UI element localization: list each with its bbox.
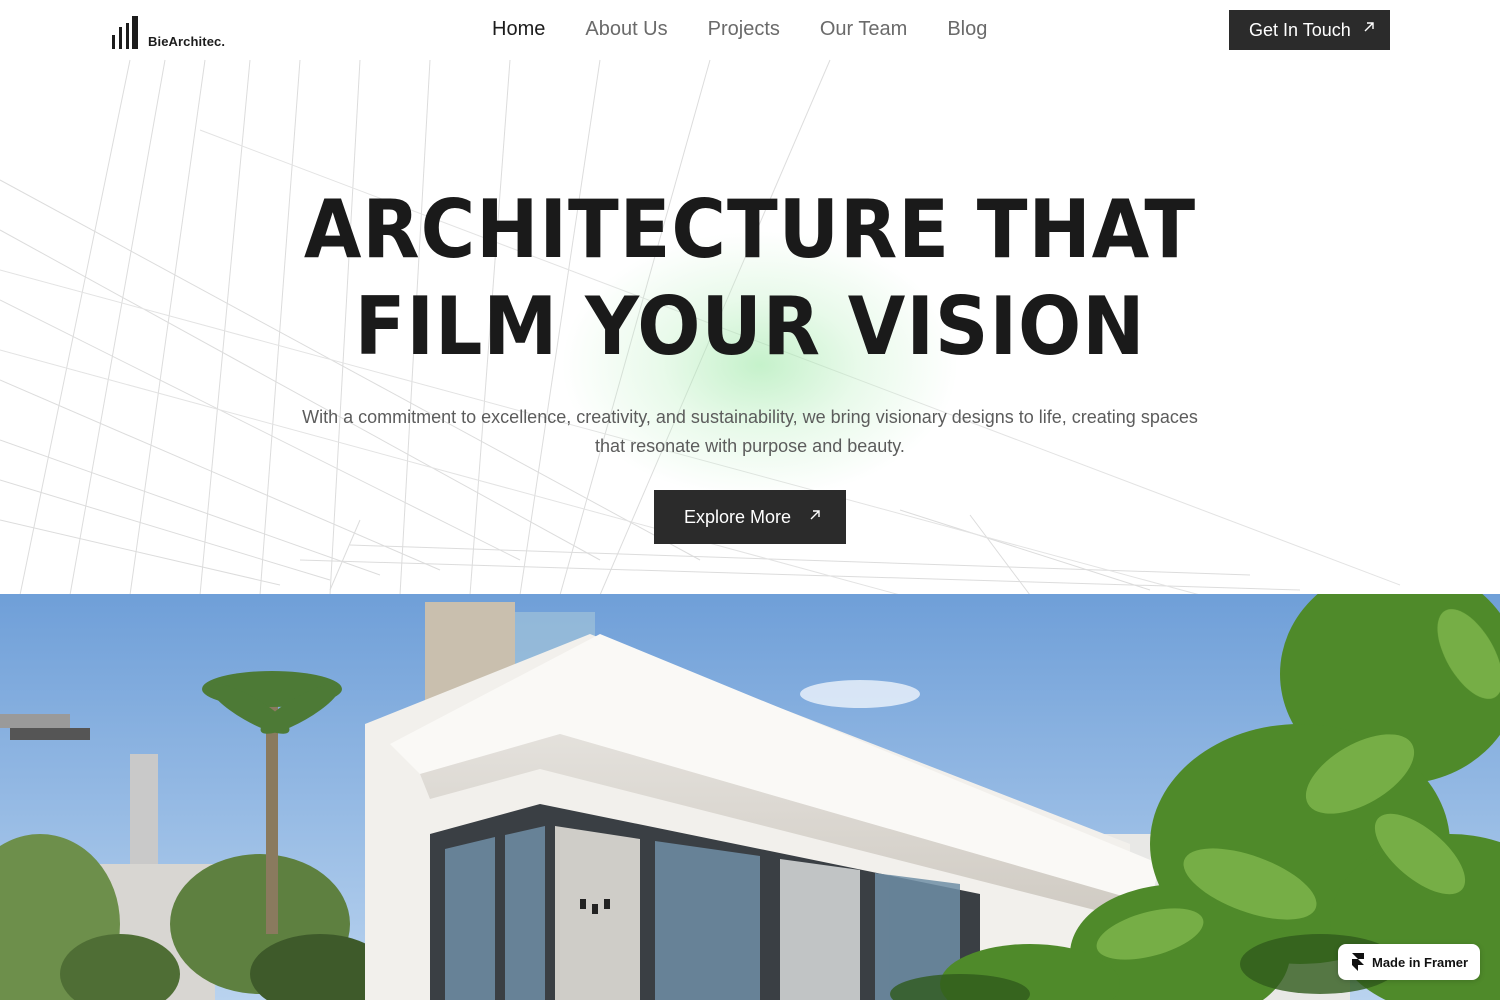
made-in-framer-badge[interactable]: Made in Framer: [1338, 944, 1480, 980]
nav-about-us[interactable]: About Us: [585, 18, 667, 41]
building-bars-icon: [110, 16, 140, 49]
hero-section: ARCHITECTURE THAT FILM YOUR VISION With …: [0, 0, 1500, 595]
get-in-touch-label: Get In Touch: [1249, 19, 1351, 40]
main-nav: Home About Us Projects Our Team Blog: [492, 18, 987, 41]
explore-more-button[interactable]: Explore More: [654, 490, 846, 544]
explore-more-label: Explore More: [684, 506, 792, 527]
brand-name: BieArchitec.: [148, 34, 226, 49]
hero-house-photo: [0, 594, 1500, 1000]
get-in-touch-button[interactable]: Get In Touch: [1229, 10, 1390, 50]
site-header: BieArchitec. Home About Us Projects Our …: [0, 0, 1500, 62]
hero-headline-line1: ARCHITECTURE THAT: [303, 183, 1197, 276]
nav-blog[interactable]: Blog: [947, 18, 987, 41]
made-in-framer-label: Made in Framer: [1372, 954, 1469, 970]
framer-logo-icon: [1352, 953, 1364, 971]
arrow-up-right-icon: [1364, 22, 1374, 32]
brand-logo[interactable]: BieArchitec.: [110, 13, 225, 49]
nav-home[interactable]: Home: [492, 18, 545, 41]
nav-our-team[interactable]: Our Team: [820, 18, 907, 41]
arrow-up-right-icon: [810, 510, 820, 520]
hero-subtext: With a commitment to excellence, creativ…: [302, 407, 1198, 456]
nav-projects[interactable]: Projects: [708, 18, 780, 41]
hero-headline-line2: FILM YOUR VISION: [354, 280, 1146, 373]
